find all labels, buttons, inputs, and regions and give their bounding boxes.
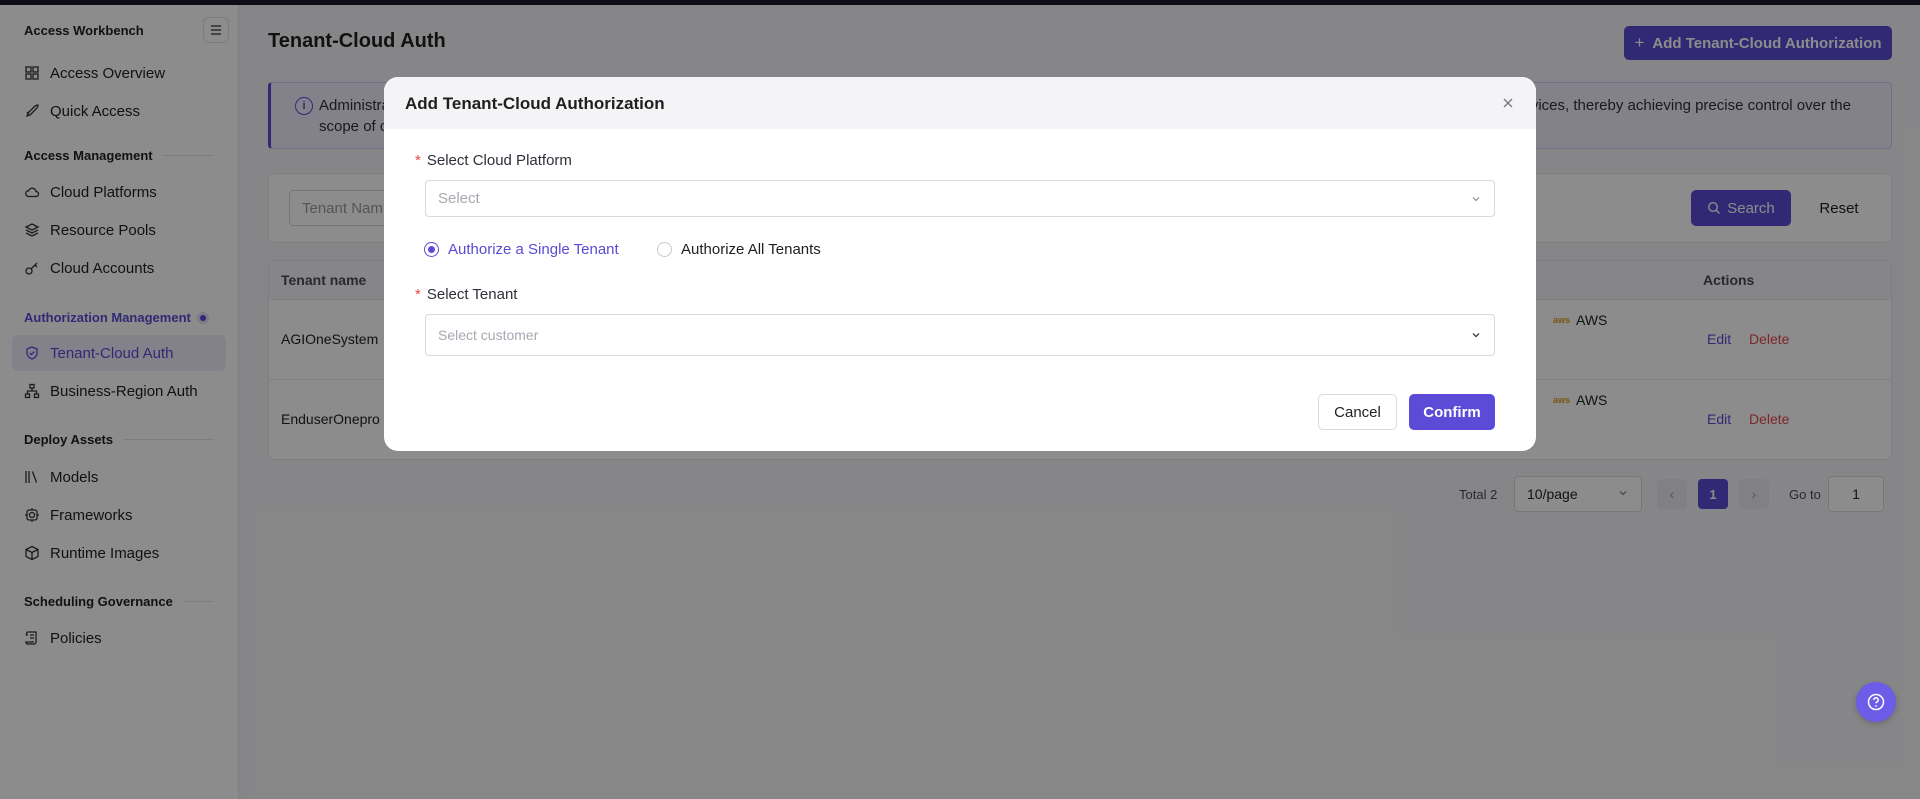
radio-label: Authorize a Single Tenant: [448, 241, 619, 258]
radio-circle: [424, 242, 439, 257]
required-mark: *: [415, 286, 421, 303]
chevron-down-icon: [1472, 197, 1480, 202]
chevron-down-icon: [1472, 333, 1480, 338]
radio-authorize-all-tenants[interactable]: Authorize All Tenants: [657, 241, 821, 258]
tenant-select[interactable]: Select customer: [425, 314, 1495, 356]
cancel-button[interactable]: Cancel: [1318, 394, 1397, 430]
confirm-button[interactable]: Confirm: [1409, 394, 1495, 430]
radio-circle: [657, 242, 672, 257]
help-icon: [1867, 693, 1885, 711]
modal-header: Add Tenant-Cloud Authorization: [384, 77, 1536, 129]
cloud-platform-label-text: Select Cloud Platform: [426, 152, 572, 169]
cloud-platform-select[interactable]: Select: [425, 180, 1495, 217]
tenant-label-text: Select Tenant: [426, 286, 518, 303]
cloud-platform-placeholder: Select: [438, 190, 480, 207]
help-button[interactable]: [1856, 682, 1896, 722]
tenant-label: * Select Tenant: [415, 286, 517, 303]
modal-title: Add Tenant-Cloud Authorization: [405, 94, 665, 113]
tenant-placeholder: Select customer: [438, 327, 539, 343]
radio-authorize-single-tenant[interactable]: Authorize a Single Tenant: [424, 241, 619, 258]
close-icon[interactable]: [1500, 95, 1516, 111]
radio-label: Authorize All Tenants: [681, 241, 821, 258]
cloud-platform-label: * Select Cloud Platform: [415, 152, 572, 169]
add-authorization-modal: Add Tenant-Cloud Authorization * Select C…: [384, 77, 1536, 451]
required-mark: *: [415, 152, 421, 169]
